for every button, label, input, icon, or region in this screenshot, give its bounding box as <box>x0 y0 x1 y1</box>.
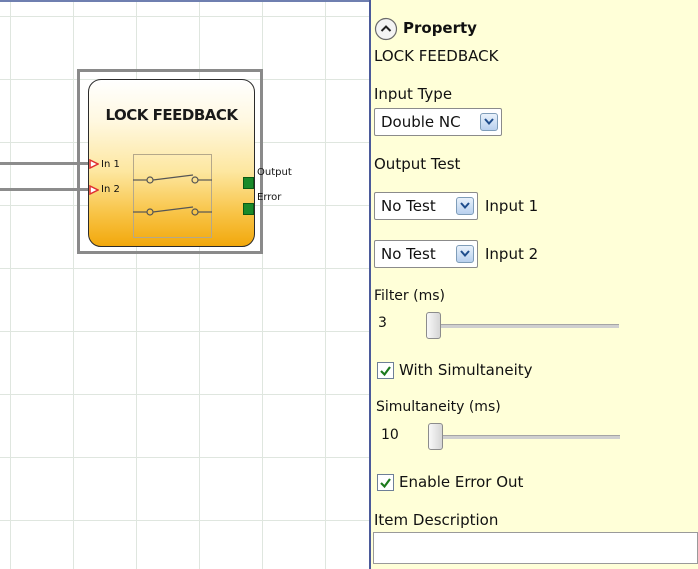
filter-value: 3 <box>378 315 387 331</box>
checkmark-icon <box>380 366 391 377</box>
enable-error-out-checkbox[interactable] <box>377 474 394 491</box>
item-description-input[interactable] <box>373 532 698 564</box>
panel-header: Property <box>403 19 477 37</box>
input-pin-1-icon[interactable] <box>89 159 99 169</box>
simultaneity-label: Simultaneity (ms) <box>376 399 501 415</box>
chevron-down-icon[interactable] <box>480 113 498 131</box>
error-pin-label: Error <box>257 192 282 203</box>
input-type-value: Double NC <box>381 113 461 131</box>
input-pin-1-label: In 1 <box>101 159 120 170</box>
chevron-down-icon[interactable] <box>456 197 474 215</box>
output-test-input2-dropdown[interactable]: No Test <box>374 240 478 268</box>
input-pin-2-label: In 2 <box>101 184 120 195</box>
filter-label: Filter (ms) <box>374 288 445 304</box>
element-name: LOCK FEEDBACK <box>374 47 499 65</box>
contacts-schematic-icon <box>133 154 212 238</box>
checkmark-icon <box>380 478 391 489</box>
output-test-input2-value: No Test <box>381 245 436 263</box>
output-test-input1-value: No Test <box>381 197 436 215</box>
block-title: LOCK FEEDBACK <box>105 106 239 124</box>
property-panel: Property LOCK FEEDBACK Input Type Double… <box>371 0 698 569</box>
enable-error-out-label: Enable Error Out <box>399 473 524 491</box>
diagram-canvas[interactable]: LOCK FEEDBACK In 1 In 2 Output Error <box>0 0 370 569</box>
output-pin[interactable] <box>243 177 254 189</box>
simultaneity-value: 10 <box>381 427 399 443</box>
error-pin[interactable] <box>243 203 254 215</box>
output-pin-label: Output <box>257 167 292 178</box>
item-description-label: Item Description <box>374 511 499 529</box>
filter-slider-thumb[interactable] <box>426 312 441 339</box>
input-type-dropdown[interactable]: Double NC <box>374 108 502 136</box>
input-type-label: Input Type <box>374 85 453 103</box>
output-test-input1-label: Input 1 <box>485 197 539 215</box>
with-simultaneity-checkbox[interactable] <box>377 362 394 379</box>
output-test-label: Output Test <box>374 155 461 173</box>
output-test-input2-label: Input 2 <box>485 245 539 263</box>
input-pin-2-icon[interactable] <box>89 185 99 195</box>
filter-slider-track[interactable] <box>426 324 619 328</box>
output-test-input1-dropdown[interactable]: No Test <box>374 192 478 220</box>
chevron-down-icon[interactable] <box>456 245 474 263</box>
chevron-up-circle-icon[interactable] <box>374 17 398 41</box>
simultaneity-slider-track[interactable] <box>428 435 620 439</box>
simultaneity-slider-thumb[interactable] <box>428 423 443 450</box>
with-simultaneity-label: With Simultaneity <box>399 361 533 379</box>
